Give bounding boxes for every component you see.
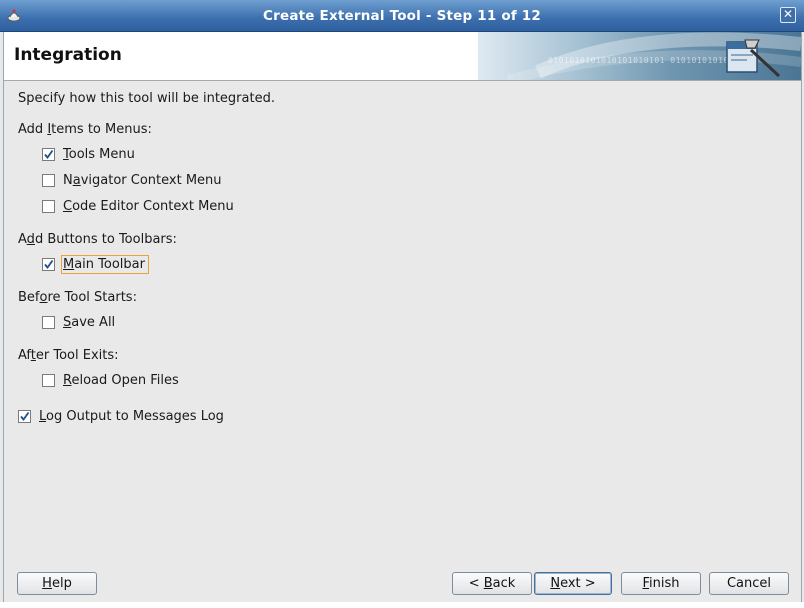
checkbox-box[interactable] [42, 199, 55, 213]
checkbox-main-toolbar[interactable]: Main Toolbar [42, 254, 149, 274]
checkbox-box[interactable] [42, 373, 55, 387]
back-button[interactable]: < Back [452, 572, 532, 595]
checkbox-box[interactable] [42, 147, 55, 161]
checkbox-reload-open-files[interactable]: Reload Open Files [42, 370, 183, 390]
banner-binary-text: 0101010101010101010101 01010101010 [548, 56, 729, 65]
window-titlebar: Create External Tool - Step 11 of 12 ✕ [0, 0, 804, 32]
header-banner: 0101010101010101010101 01010101010 [478, 32, 801, 80]
wizard-header: Integration 0101010101010101010101 01010… [4, 32, 801, 81]
instruction-text: Specify how this tool will be integrated… [18, 91, 275, 106]
checkbox-label: Tools Menu [63, 146, 135, 162]
checkbox-label: Code Editor Context Menu [63, 198, 234, 214]
checkbox-code-editor-context-menu[interactable]: Code Editor Context Menu [42, 196, 238, 216]
wizard-dialog: Integration 0101010101010101010101 01010… [3, 32, 802, 602]
finish-button[interactable]: Finish [621, 572, 701, 595]
checkbox-box[interactable] [42, 315, 55, 329]
group-label-before: Before Tool Starts: [18, 290, 137, 305]
checkbox-box[interactable] [18, 409, 31, 423]
checkbox-tools-menu[interactable]: Tools Menu [42, 144, 139, 164]
page-title: Integration [14, 45, 122, 65]
checkbox-label: Log Output to Messages Log [39, 408, 224, 424]
cancel-button[interactable]: Cancel [709, 572, 789, 595]
next-button[interactable]: Next > [534, 572, 612, 595]
checkbox-save-all[interactable]: Save All [42, 312, 119, 332]
group-label-menus: Add Items to Menus: [18, 122, 152, 137]
checkbox-log-output[interactable]: Log Output to Messages Log [18, 406, 228, 426]
checkbox-label: Reload Open Files [63, 372, 179, 388]
external-tool-icon [721, 34, 785, 80]
checkbox-label: Save All [63, 314, 116, 330]
checkbox-box[interactable] [42, 257, 55, 271]
group-label-after: After Tool Exits: [18, 348, 119, 363]
background-window-strip [0, 602, 804, 608]
checkbox-label: Main Toolbar [61, 254, 149, 274]
close-icon[interactable]: ✕ [780, 7, 796, 23]
checkbox-navigator-context-menu[interactable]: Navigator Context Menu [42, 170, 226, 190]
window-title: Create External Tool - Step 11 of 12 [263, 8, 541, 24]
checkbox-box[interactable] [42, 173, 55, 187]
checkbox-label: Navigator Context Menu [63, 172, 222, 188]
help-button[interactable]: Help [17, 572, 97, 595]
group-label-toolbars: Add Buttons to Toolbars: [18, 232, 177, 247]
